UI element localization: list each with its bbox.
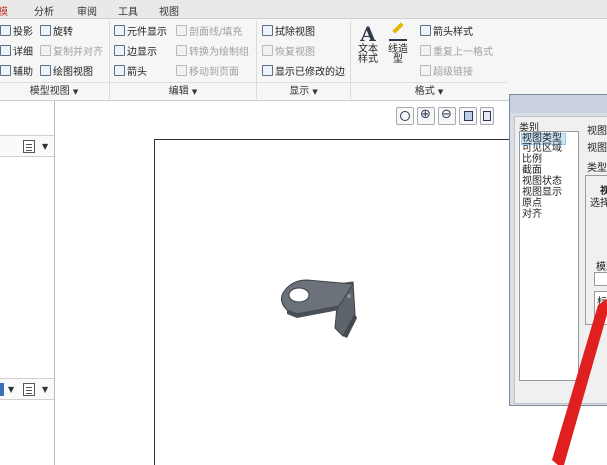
bracket-part-model[interactable] [267, 270, 387, 350]
ribbon-tabs: 模 分析 审阅 工具 视图 [0, 0, 607, 19]
auxiliary-icon [0, 65, 11, 76]
hatch-icon [176, 25, 187, 36]
modified-edges-icon [262, 65, 273, 76]
restore-view-icon [262, 45, 273, 56]
move-page-icon [176, 65, 187, 76]
line-style-button[interactable]: 线造 型 [386, 22, 410, 65]
repaint-button[interactable] [459, 107, 477, 125]
refit-button[interactable] [396, 107, 414, 125]
text-style-icon: A [360, 22, 376, 46]
hatch-button[interactable]: 剖面线/填充 [176, 23, 242, 38]
zoom-in-button[interactable]: ⊕ [417, 107, 435, 125]
category-item-origin[interactable]: 原点 [522, 199, 542, 209]
category-item-visible-area[interactable]: 可见区域 [522, 144, 562, 154]
erase-view-button[interactable]: 拭除视图 [262, 23, 315, 38]
tab-analysis[interactable]: 分析 [34, 3, 54, 18]
edge-display-icon [114, 45, 125, 56]
type-label: 类型 [587, 163, 607, 174]
component-display-button[interactable]: 元件显示 [114, 23, 167, 38]
model-tree-panel: ▼ ▼ ▼ [0, 101, 55, 465]
drawing-view-button[interactable]: 绘图视图 [40, 63, 93, 78]
dialog-titlebar[interactable] [510, 95, 607, 113]
arrow-style-button[interactable]: 箭头样式 [420, 23, 473, 38]
graphics-toolbar: ⊕ ⊖ [396, 107, 494, 125]
zoom-out-button[interactable]: ⊖ [438, 107, 456, 125]
refit-icon [400, 111, 410, 121]
hyperlink-icon [420, 65, 431, 76]
category-item-alignment[interactable]: 对齐 [522, 210, 542, 220]
layer-icon[interactable] [0, 383, 4, 396]
arrow-style-icon [420, 25, 431, 36]
edge-display-button[interactable]: 边显示 [114, 43, 157, 58]
convert-group-icon [176, 45, 187, 56]
projection-button[interactable]: 投影 [0, 23, 33, 38]
chevron-down-icon[interactable]: ▼ [42, 385, 48, 394]
line-style-icon [386, 22, 410, 45]
view-type-heading: 视图类 [587, 126, 607, 137]
display-style-icon [483, 111, 491, 121]
rotate-button[interactable]: 旋转 [40, 23, 73, 38]
app-window: 模 分析 审阅 工具 视图 投影 旋转 详细 复制并对齐 辅助 绘图视图 模型视… [0, 0, 607, 465]
modified-edges-button[interactable]: 显示已修改的边 [262, 63, 345, 78]
tab-view[interactable]: 视图 [159, 3, 179, 18]
repeat-format-button[interactable]: 重复上一格式 [420, 43, 493, 58]
layer-header-row: ▼ ▼ [0, 378, 54, 400]
text-style-button[interactable]: A 文本 样式 [356, 23, 380, 65]
erase-view-icon [262, 25, 273, 36]
zoom-in-icon: ⊕ [420, 107, 431, 122]
copy-align-button[interactable]: 复制并对齐 [40, 43, 103, 58]
detail-icon [0, 45, 11, 56]
select-label: 选择 [590, 198, 607, 209]
repaint-icon [464, 111, 473, 121]
drawing-view-icon [40, 65, 51, 76]
category-item-view-display[interactable]: 视图显示 [522, 188, 562, 198]
restore-view-button[interactable]: 恢复视图 [262, 43, 315, 58]
tab-review[interactable]: 审阅 [77, 3, 97, 18]
arrow-button[interactable]: 箭头 [114, 63, 147, 78]
group-footer-format[interactable]: 格式 ▼ [351, 82, 507, 100]
component-display-icon [114, 25, 125, 36]
projection-icon [0, 25, 11, 36]
move-page-button[interactable]: 移动到页面 [176, 63, 239, 78]
view-name-label: 视图名 [587, 143, 607, 154]
chevron-down-icon[interactable]: ▼ [42, 142, 48, 151]
hyperlink-button[interactable]: 超级链接 [420, 63, 473, 78]
tree-header-row: ▼ [0, 135, 54, 157]
repeat-format-icon [420, 45, 431, 56]
annotation-arrow [552, 299, 607, 465]
rotate-icon [40, 25, 51, 36]
detail-button[interactable]: 详细 [0, 43, 33, 58]
tab-tools[interactable]: 工具 [118, 3, 138, 18]
convert-group-button[interactable]: 转换为绘制组 [176, 43, 249, 58]
auxiliary-button[interactable]: 辅助 [0, 63, 33, 78]
category-item-section[interactable]: 截面 [522, 166, 542, 176]
group-footer-edit[interactable]: 编辑 ▼ [110, 82, 256, 100]
list-options-icon[interactable] [23, 383, 35, 396]
list-options-icon[interactable] [23, 140, 35, 153]
category-item-view-state[interactable]: 视图状态 [522, 177, 562, 187]
zoom-out-icon: ⊖ [441, 107, 452, 122]
group-footer-display[interactable]: 显示 ▼ [257, 82, 350, 100]
model-label: 模型 [596, 262, 607, 273]
ribbon: 投影 旋转 详细 复制并对齐 辅助 绘图视图 模型视图 ▼ 元件显示 剖面线/填… [0, 19, 607, 101]
display-style-button[interactable] [480, 107, 494, 125]
copy-align-icon [40, 45, 51, 56]
arrow-icon [114, 65, 125, 76]
tab-model[interactable]: 模 [0, 3, 8, 18]
chevron-down-icon[interactable]: ▼ [8, 385, 14, 394]
category-item-scale[interactable]: 比例 [522, 155, 542, 165]
model-field[interactable] [594, 272, 607, 286]
group-footer-model-view[interactable]: 模型视图 ▼ [0, 82, 108, 100]
